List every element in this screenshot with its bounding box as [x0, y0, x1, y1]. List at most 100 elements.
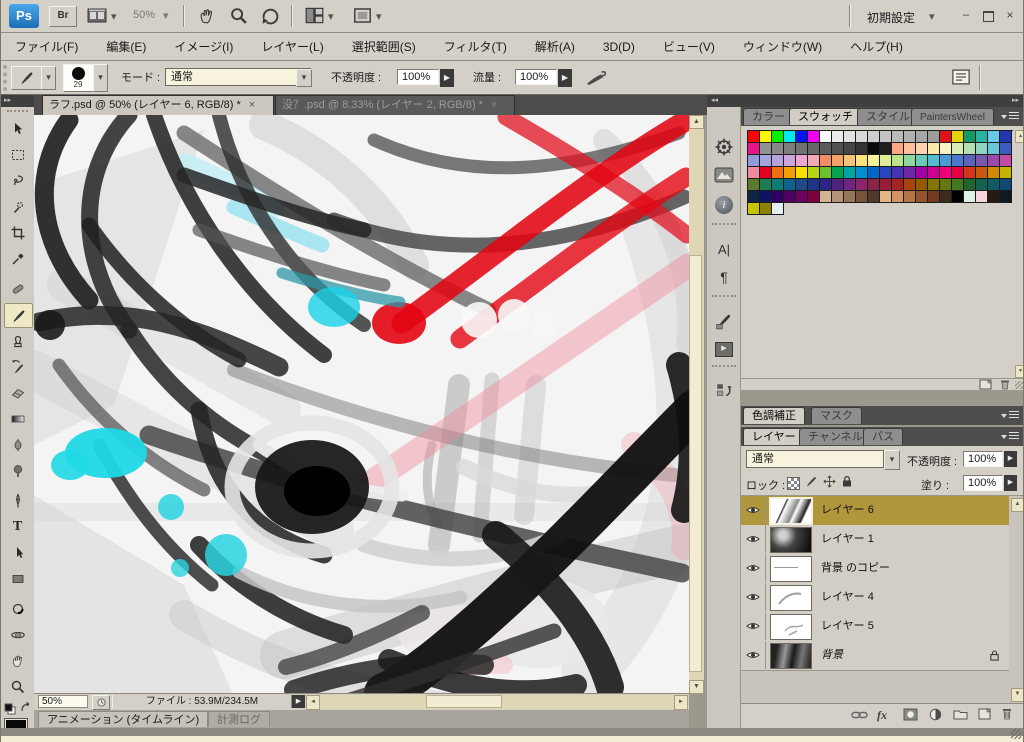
canvas[interactable]: [34, 115, 689, 693]
tab-layers[interactable]: レイヤー: [743, 428, 805, 445]
menu-analysis[interactable]: 解析(A): [533, 38, 577, 55]
swatch[interactable]: [856, 191, 868, 203]
swatch[interactable]: [832, 179, 844, 191]
tab-measurement-log[interactable]: 計測ログ: [208, 711, 270, 727]
layer-fill-field[interactable]: 100%: [963, 475, 1003, 491]
menu-3d[interactable]: 3D(D): [601, 40, 637, 54]
opacity-spinner[interactable]: ▶: [440, 69, 454, 87]
paragraph-panel-icon[interactable]: ¶: [710, 265, 738, 289]
swatch[interactable]: [904, 179, 916, 191]
swatch[interactable]: [772, 203, 784, 215]
visibility-toggle[interactable]: [741, 641, 766, 669]
menu-image[interactable]: イメージ(I): [172, 38, 235, 55]
swatch[interactable]: [760, 191, 772, 203]
swatch[interactable]: [916, 191, 928, 203]
window-resize-grip[interactable]: [1011, 729, 1021, 739]
swatch[interactable]: [988, 155, 1000, 167]
tab-swatches[interactable]: スウォッチ: [789, 108, 862, 125]
swatch[interactable]: [760, 131, 772, 143]
swatch[interactable]: [796, 131, 808, 143]
swatch[interactable]: [748, 191, 760, 203]
swatch[interactable]: [760, 203, 772, 215]
swatch[interactable]: [952, 179, 964, 191]
lock-paint-icon[interactable]: [805, 475, 818, 491]
rotate-view-icon[interactable]: [259, 5, 281, 30]
swatch[interactable]: [832, 143, 844, 155]
swatch[interactable]: [760, 155, 772, 167]
swatch[interactable]: [784, 179, 796, 191]
opacity-field[interactable]: 100%: [397, 69, 439, 85]
airbrush-toggle-icon[interactable]: [585, 67, 609, 90]
clone-stamp-tool[interactable]: [4, 329, 31, 352]
swatch[interactable]: [916, 179, 928, 191]
swatch[interactable]: [832, 191, 844, 203]
swatch[interactable]: [904, 143, 916, 155]
scroll-left-button[interactable]: ◄: [306, 695, 320, 710]
painters-wheel-icon[interactable]: [710, 135, 738, 159]
info-icon[interactable]: i: [710, 193, 738, 217]
swatch[interactable]: [808, 143, 820, 155]
swatch[interactable]: [880, 143, 892, 155]
tool-preset-dropdown[interactable]: ▾: [41, 66, 56, 90]
screen-mode-dropdown-arrow[interactable]: ▾: [376, 10, 382, 23]
minimize-button[interactable]: –: [957, 8, 975, 23]
swatch[interactable]: [748, 179, 760, 191]
layer-thumbnail[interactable]: [770, 614, 812, 640]
swatch[interactable]: [1000, 179, 1012, 191]
blend-dropdown-arrow[interactable]: ▾: [884, 450, 900, 470]
layer-name[interactable]: 背景 のコピー: [821, 554, 890, 583]
delete-swatch-icon[interactable]: [999, 379, 1011, 393]
swatch[interactable]: [820, 191, 832, 203]
swatch[interactable]: [784, 155, 796, 167]
healing-brush-tool[interactable]: [4, 277, 31, 300]
layers-scroll-down[interactable]: ▼: [1011, 688, 1023, 702]
layer-name[interactable]: レイヤー 1: [821, 525, 874, 554]
zoom-tool[interactable]: [4, 675, 31, 698]
document-tab-inactive[interactable]: 没？.psd @ 8.33% (レイヤー 2, RGB/8) * ×: [275, 95, 515, 115]
swatch[interactable]: [1000, 143, 1012, 155]
brush-tool[interactable]: [4, 303, 33, 328]
swatch[interactable]: [772, 179, 784, 191]
swatch[interactable]: [760, 143, 772, 155]
3d-orbit-tool[interactable]: [4, 623, 31, 646]
resize-grip[interactable]: [1015, 381, 1023, 389]
lock-position-icon[interactable]: [823, 475, 836, 491]
swatch[interactable]: [964, 131, 976, 143]
swatch[interactable]: [856, 143, 868, 155]
swatch[interactable]: [868, 131, 880, 143]
quick-selection-tool[interactable]: [4, 195, 31, 218]
new-swatch-icon[interactable]: [979, 379, 993, 393]
swatch[interactable]: [820, 131, 832, 143]
horizontal-scrollbar[interactable]: ◄ ►: [306, 695, 688, 710]
brushes-panel-icon[interactable]: [710, 309, 738, 333]
visibility-toggle[interactable]: [741, 583, 766, 611]
scroll-right-button[interactable]: ►: [674, 695, 688, 710]
layer-thumbnail[interactable]: [769, 497, 813, 525]
horizontal-scroll-thumb[interactable]: [426, 695, 502, 708]
zoom-tool-icon[interactable]: [229, 6, 249, 29]
visibility-toggle[interactable]: [741, 525, 766, 553]
swatch[interactable]: [880, 155, 892, 167]
swatch[interactable]: [808, 179, 820, 191]
layer-thumbnail[interactable]: [770, 643, 812, 669]
swatch[interactable]: [952, 131, 964, 143]
swatch[interactable]: [844, 191, 856, 203]
visibility-toggle[interactable]: [741, 554, 766, 582]
rectangular-marquee-tool[interactable]: [4, 143, 31, 166]
swatch[interactable]: [940, 167, 952, 179]
swatch[interactable]: [988, 143, 1000, 155]
swatch[interactable]: [952, 155, 964, 167]
swatch[interactable]: [772, 143, 784, 155]
default-colors-icon[interactable]: [4, 703, 16, 718]
options-grip[interactable]: [3, 65, 11, 91]
swatch[interactable]: [748, 131, 760, 143]
pen-tool[interactable]: [4, 489, 31, 512]
arrange-dropdown-arrow[interactable]: ▾: [328, 10, 334, 23]
layer-row-layer6[interactable]: レイヤー 6: [741, 496, 1009, 526]
swatch[interactable]: [964, 191, 976, 203]
swatch[interactable]: [880, 131, 892, 143]
layers-scroll-up[interactable]: ▲: [1011, 498, 1023, 512]
swatch[interactable]: [964, 179, 976, 191]
swatch[interactable]: [928, 143, 940, 155]
swatch[interactable]: [892, 155, 904, 167]
